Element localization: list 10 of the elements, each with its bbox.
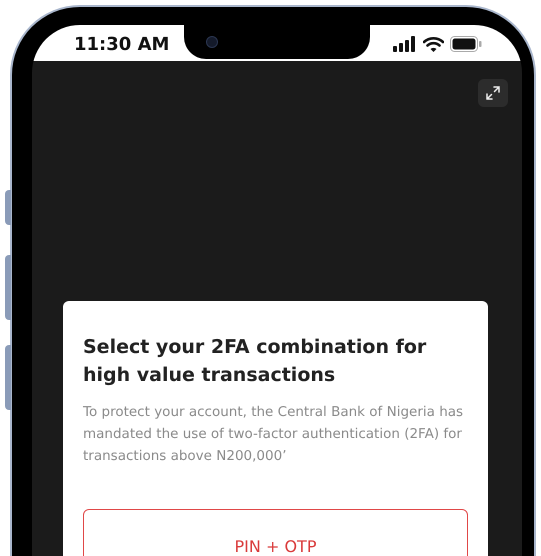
expand-icon bbox=[485, 85, 501, 101]
camera-icon bbox=[206, 36, 218, 48]
expand-button[interactable] bbox=[478, 79, 508, 107]
modal-description: To protect your account, the Central Bank of Nigeria has mandated the use of two-factor authentication (2FA) for transactions above N200,000’ bbox=[83, 403, 464, 466]
wifi-icon bbox=[423, 36, 444, 52]
status-time: 11:30 AM bbox=[74, 32, 170, 56]
modal-title: Select your 2FA combination for high value transactions bbox=[83, 335, 428, 388]
signal-icon bbox=[393, 36, 417, 52]
battery-icon bbox=[450, 36, 482, 52]
option-button[interactable]: PIN + OTP bbox=[83, 509, 468, 556]
